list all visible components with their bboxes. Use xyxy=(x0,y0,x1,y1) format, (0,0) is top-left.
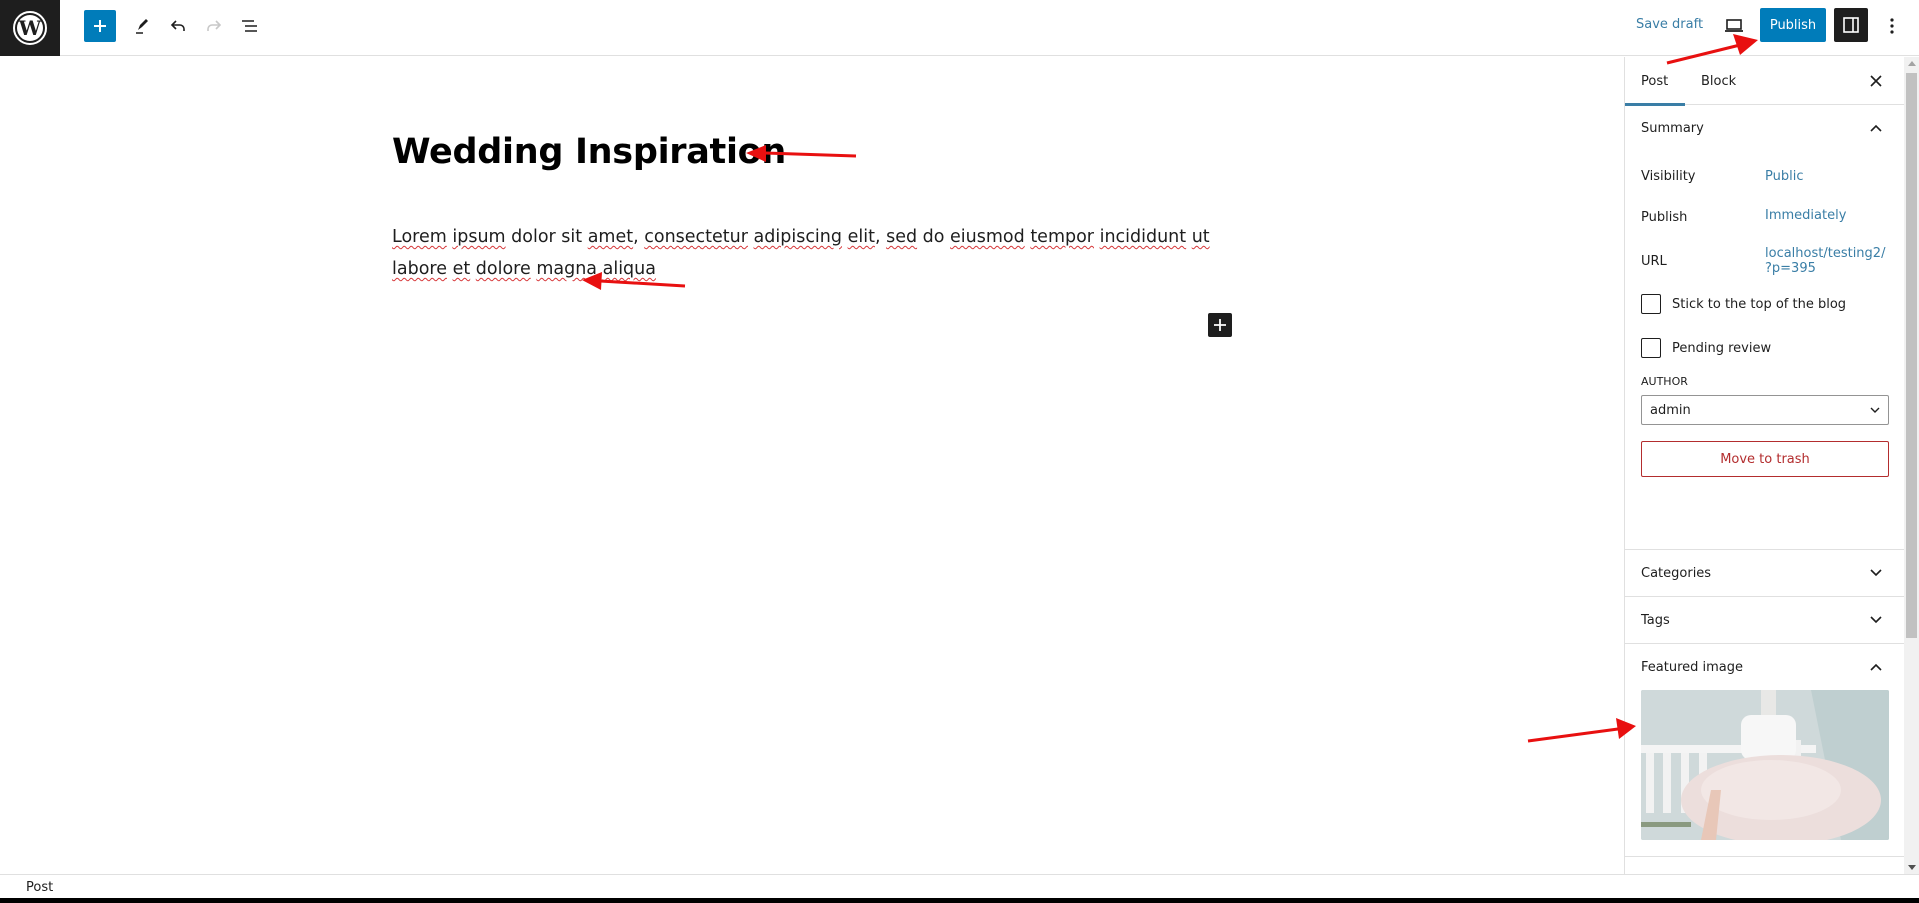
misspelled-word: magna xyxy=(536,259,598,279)
misspelled-word: eiusmod xyxy=(950,227,1025,247)
tab-post[interactable]: Post xyxy=(1625,57,1685,106)
misspelled-word: ut xyxy=(1191,227,1210,247)
inline-add-block-button[interactable] xyxy=(1208,313,1232,337)
redo-button[interactable] xyxy=(198,10,230,42)
chevron-up-icon xyxy=(1864,116,1888,140)
close-sidebar-button[interactable] xyxy=(1860,65,1892,97)
paragraph-text: , xyxy=(633,227,645,247)
paragraph-text: , xyxy=(874,227,887,247)
misspelled-word: et xyxy=(452,259,471,279)
paragraph-text: do xyxy=(917,227,951,247)
misspelled-word: amet xyxy=(587,227,634,247)
misspelled-word: sed xyxy=(886,227,918,247)
svg-text:W: W xyxy=(18,16,42,40)
author-select-value: admin xyxy=(1650,402,1691,418)
tab-block[interactable]: Block xyxy=(1685,57,1752,105)
excerpt-panel-toggle[interactable]: Excerpt xyxy=(1625,857,1904,875)
publish-button[interactable]: Publish xyxy=(1760,8,1826,42)
pending-review-label: Pending review xyxy=(1672,341,1772,356)
chevron-down-icon xyxy=(1864,561,1888,585)
author-select[interactable]: admin xyxy=(1641,395,1889,425)
excerpt-panel: Excerpt xyxy=(1625,857,1904,875)
options-menu-button[interactable] xyxy=(1876,10,1908,42)
misspelled-word: dolore xyxy=(475,259,531,279)
author-label: AUTHOR xyxy=(1641,375,1688,388)
sticky-checkbox[interactable] xyxy=(1641,294,1661,314)
misspelled-word: tempor xyxy=(1030,227,1094,247)
misspelled-word: labore xyxy=(392,259,447,279)
wordpress-logo-button[interactable]: W xyxy=(0,0,60,56)
undo-icon xyxy=(170,20,185,31)
featured-image-thumbnail[interactable] xyxy=(1641,690,1889,840)
summary-panel-body: Visibility Public Publish Immediately UR… xyxy=(1625,151,1904,549)
screen-bottom-edge xyxy=(0,898,1919,903)
paragraph-text: dolor sit xyxy=(505,227,588,247)
visibility-label: Visibility xyxy=(1641,169,1696,184)
categories-panel-title: Categories xyxy=(1641,565,1712,581)
sidebar-scrollbar[interactable] xyxy=(1904,57,1919,874)
publish-label: Publish xyxy=(1641,210,1688,225)
summary-panel: Summary Visibility Public Publish Immedi… xyxy=(1625,105,1904,550)
scroll-down-arrow-icon[interactable] xyxy=(1908,865,1916,870)
settings-toggle-button[interactable] xyxy=(1834,8,1868,42)
misspelled-word: adipiscing xyxy=(753,227,842,247)
featured-image-panel-toggle[interactable]: Featured image xyxy=(1625,644,1904,690)
summary-panel-toggle[interactable]: Summary xyxy=(1625,105,1904,151)
more-vertical-icon xyxy=(1890,18,1894,34)
publish-date-button[interactable]: Immediately xyxy=(1765,208,1846,223)
featured-image-body xyxy=(1625,690,1904,856)
editor-footer: Post xyxy=(0,874,1919,898)
settings-sidebar: Post Block Summary Visibility Public Pub… xyxy=(1624,57,1904,874)
list-view-button[interactable] xyxy=(234,10,266,42)
editor-canvas[interactable] xyxy=(0,57,1624,874)
sidebar-toggle-icon xyxy=(1843,17,1859,33)
chevron-down-icon xyxy=(1864,608,1888,632)
block-breadcrumb[interactable]: Post xyxy=(26,880,53,895)
redo-icon xyxy=(207,20,222,31)
misspelled-word: elit xyxy=(847,227,875,247)
plus-icon xyxy=(94,20,106,32)
misspelled-word: Lorem xyxy=(392,227,447,247)
wordpress-logo-icon: W xyxy=(13,11,47,45)
url-line-1: localhost/testing2/ xyxy=(1765,246,1886,261)
tags-panel-title: Tags xyxy=(1641,612,1670,628)
post-title[interactable]: Wedding Inspiration xyxy=(392,132,786,172)
featured-image-picture xyxy=(1641,690,1889,840)
undo-button[interactable] xyxy=(162,10,194,42)
pencil-icon xyxy=(136,19,148,34)
chevron-down-icon xyxy=(1870,407,1880,413)
paragraph-block[interactable]: Lorem ipsum dolor sit amet, consectetur … xyxy=(392,221,1232,285)
url-label: URL xyxy=(1641,254,1667,269)
plus-icon xyxy=(1214,319,1226,331)
tags-panel-toggle[interactable]: Tags xyxy=(1625,597,1904,643)
featured-image-panel-title: Featured image xyxy=(1641,659,1744,675)
tools-button[interactable] xyxy=(126,10,158,42)
save-draft-button[interactable]: Save draft xyxy=(1636,17,1703,32)
categories-panel: Categories xyxy=(1625,550,1904,597)
misspelled-word: aliqua xyxy=(602,259,656,279)
categories-panel-toggle[interactable]: Categories xyxy=(1625,550,1904,596)
scroll-up-arrow-icon[interactable] xyxy=(1908,61,1916,66)
tags-panel: Tags xyxy=(1625,597,1904,644)
list-view-icon xyxy=(242,20,257,32)
chevron-up-icon xyxy=(1864,655,1888,679)
editor-header: W Save draft Publish xyxy=(0,0,1919,56)
summary-panel-title: Summary xyxy=(1641,120,1704,136)
featured-image-panel: Featured image xyxy=(1625,644,1904,857)
laptop-icon xyxy=(1725,19,1743,32)
pending-review-checkbox[interactable] xyxy=(1641,338,1661,358)
sidebar-tabs: Post Block xyxy=(1625,57,1904,106)
scrollbar-thumb[interactable] xyxy=(1906,73,1917,638)
misspelled-word: ipsum xyxy=(452,227,506,247)
add-block-button[interactable] xyxy=(84,10,116,42)
sticky-label: Stick to the top of the blog xyxy=(1672,297,1847,312)
close-icon xyxy=(1870,75,1882,87)
misspelled-word: consectetur xyxy=(644,227,748,247)
url-line-2: ?p=395 xyxy=(1765,261,1816,276)
misspelled-word: incididunt xyxy=(1099,227,1187,247)
move-to-trash-button[interactable]: Move to trash xyxy=(1641,441,1889,477)
url-value-button[interactable]: localhost/testing2/ ?p=395 xyxy=(1765,246,1885,276)
visibility-value-button[interactable]: Public xyxy=(1765,169,1803,184)
preview-button[interactable] xyxy=(1718,10,1750,42)
